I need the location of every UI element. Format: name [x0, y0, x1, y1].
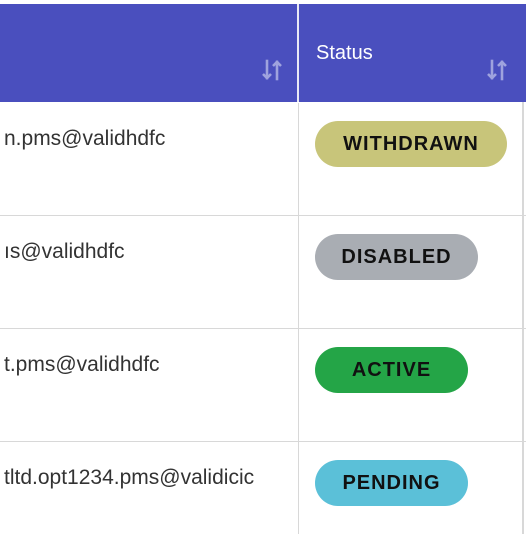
email-cell: n.pms@validhdfc	[4, 127, 166, 150]
sort-arrows-icon[interactable]	[485, 58, 509, 82]
table-row[interactable]: tltd.opt1234.pms@validicic PENDING	[0, 442, 526, 534]
column-divider	[298, 442, 299, 534]
table-header: Status	[0, 4, 526, 102]
email-cell: tltd.opt1234.pms@validicic	[4, 466, 255, 489]
column-header-status[interactable]: Status	[298, 4, 526, 102]
column-header-email[interactable]	[0, 4, 297, 102]
column-divider	[298, 216, 299, 328]
email-cell: ıs@validhdfc	[4, 240, 125, 263]
email-cell: t.pms@validhdfc	[4, 353, 160, 376]
sort-arrows-icon[interactable]	[260, 58, 284, 82]
status-badge: ACTIVE	[315, 347, 468, 393]
status-badge: PENDING	[315, 460, 468, 506]
column-header-label: Status	[316, 42, 373, 64]
table-row[interactable]: n.pms@validhdfc WITHDRAWN	[0, 103, 526, 216]
column-divider	[298, 103, 299, 215]
column-divider	[298, 329, 299, 441]
table-row[interactable]: ıs@validhdfc DISABLED	[0, 216, 526, 329]
status-badge: WITHDRAWN	[315, 121, 507, 167]
status-badge: DISABLED	[315, 234, 478, 280]
header-column-divider	[297, 4, 299, 102]
table-row[interactable]: t.pms@validhdfc ACTIVE	[0, 329, 526, 442]
table-right-border	[522, 102, 524, 534]
